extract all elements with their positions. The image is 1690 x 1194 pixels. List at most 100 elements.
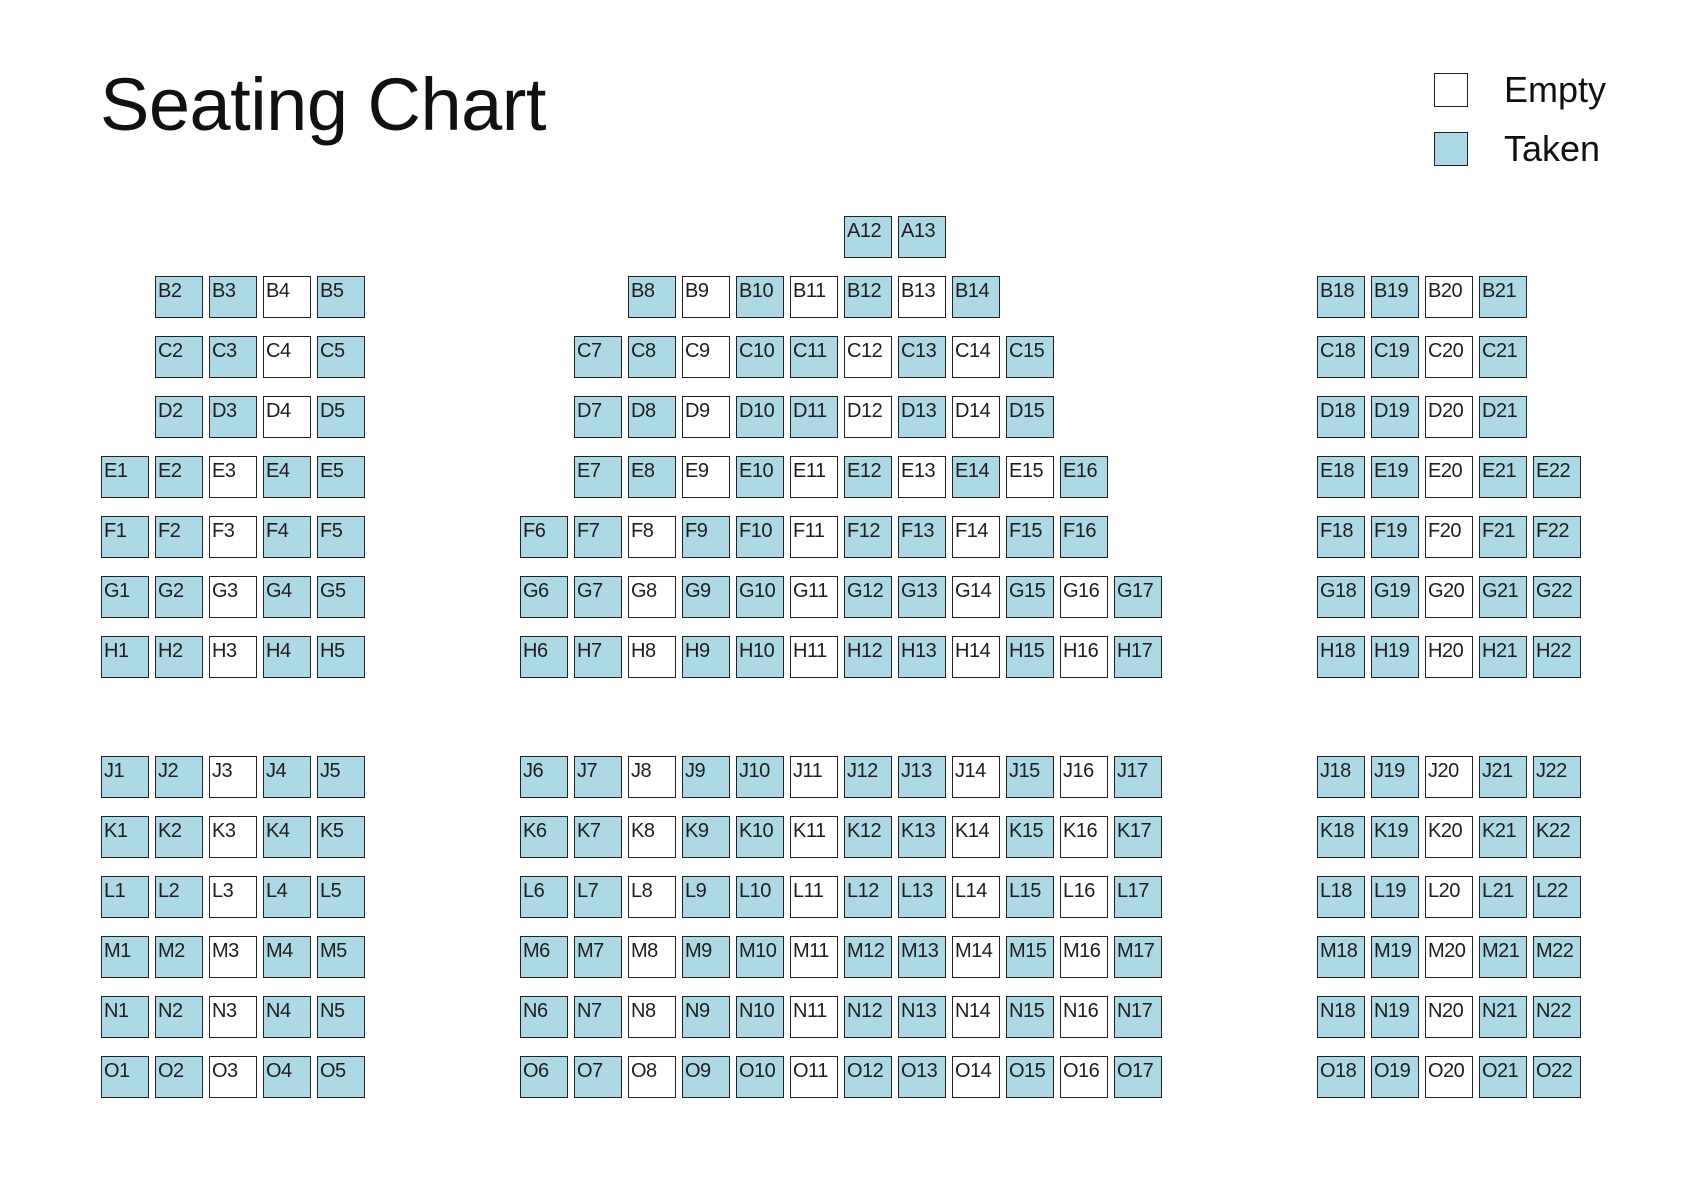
seat-o11[interactable]: O11 xyxy=(790,1056,838,1098)
seat-h13[interactable]: H13 xyxy=(898,636,946,678)
seat-g10[interactable]: G10 xyxy=(736,576,784,618)
seat-g19[interactable]: G19 xyxy=(1371,576,1419,618)
seat-k22[interactable]: K22 xyxy=(1533,816,1581,858)
seat-m18[interactable]: M18 xyxy=(1317,936,1365,978)
seat-e1[interactable]: E1 xyxy=(101,456,149,498)
seat-l5[interactable]: L5 xyxy=(317,876,365,918)
seat-b8[interactable]: B8 xyxy=(628,276,676,318)
seat-o17[interactable]: O17 xyxy=(1114,1056,1162,1098)
seat-f2[interactable]: F2 xyxy=(155,516,203,558)
seat-f22[interactable]: F22 xyxy=(1533,516,1581,558)
seat-h8[interactable]: H8 xyxy=(628,636,676,678)
seat-e8[interactable]: E8 xyxy=(628,456,676,498)
seat-h4[interactable]: H4 xyxy=(263,636,311,678)
seat-h12[interactable]: H12 xyxy=(844,636,892,678)
seat-e16[interactable]: E16 xyxy=(1060,456,1108,498)
seat-n19[interactable]: N19 xyxy=(1371,996,1419,1038)
seat-k4[interactable]: K4 xyxy=(263,816,311,858)
seat-n16[interactable]: N16 xyxy=(1060,996,1108,1038)
seat-o6[interactable]: O6 xyxy=(520,1056,568,1098)
seat-j4[interactable]: J4 xyxy=(263,756,311,798)
seat-d20[interactable]: D20 xyxy=(1425,396,1473,438)
seat-m17[interactable]: M17 xyxy=(1114,936,1162,978)
seat-m21[interactable]: M21 xyxy=(1479,936,1527,978)
seat-o14[interactable]: O14 xyxy=(952,1056,1000,1098)
seat-n22[interactable]: N22 xyxy=(1533,996,1581,1038)
seat-o15[interactable]: O15 xyxy=(1006,1056,1054,1098)
seat-n14[interactable]: N14 xyxy=(952,996,1000,1038)
seat-g17[interactable]: G17 xyxy=(1114,576,1162,618)
seat-m16[interactable]: M16 xyxy=(1060,936,1108,978)
seat-j15[interactable]: J15 xyxy=(1006,756,1054,798)
seat-e9[interactable]: E9 xyxy=(682,456,730,498)
seat-c14[interactable]: C14 xyxy=(952,336,1000,378)
seat-e14[interactable]: E14 xyxy=(952,456,1000,498)
seat-m2[interactable]: M2 xyxy=(155,936,203,978)
seat-m20[interactable]: M20 xyxy=(1425,936,1473,978)
seat-g14[interactable]: G14 xyxy=(952,576,1000,618)
seat-g21[interactable]: G21 xyxy=(1479,576,1527,618)
seat-h14[interactable]: H14 xyxy=(952,636,1000,678)
seat-j12[interactable]: J12 xyxy=(844,756,892,798)
seat-e7[interactable]: E7 xyxy=(574,456,622,498)
seat-f18[interactable]: F18 xyxy=(1317,516,1365,558)
seat-k21[interactable]: K21 xyxy=(1479,816,1527,858)
seat-k1[interactable]: K1 xyxy=(101,816,149,858)
seat-k18[interactable]: K18 xyxy=(1317,816,1365,858)
seat-h1[interactable]: H1 xyxy=(101,636,149,678)
seat-l16[interactable]: L16 xyxy=(1060,876,1108,918)
seat-h22[interactable]: H22 xyxy=(1533,636,1581,678)
seat-f12[interactable]: F12 xyxy=(844,516,892,558)
seat-f9[interactable]: F9 xyxy=(682,516,730,558)
seat-k19[interactable]: K19 xyxy=(1371,816,1419,858)
seat-d8[interactable]: D8 xyxy=(628,396,676,438)
seat-o9[interactable]: O9 xyxy=(682,1056,730,1098)
seat-g13[interactable]: G13 xyxy=(898,576,946,618)
seat-b2[interactable]: B2 xyxy=(155,276,203,318)
seat-c19[interactable]: C19 xyxy=(1371,336,1419,378)
seat-o7[interactable]: O7 xyxy=(574,1056,622,1098)
seat-k17[interactable]: K17 xyxy=(1114,816,1162,858)
seat-n15[interactable]: N15 xyxy=(1006,996,1054,1038)
seat-g8[interactable]: G8 xyxy=(628,576,676,618)
seat-d5[interactable]: D5 xyxy=(317,396,365,438)
seat-o2[interactable]: O2 xyxy=(155,1056,203,1098)
seat-j7[interactable]: J7 xyxy=(574,756,622,798)
seat-l21[interactable]: L21 xyxy=(1479,876,1527,918)
seat-h17[interactable]: H17 xyxy=(1114,636,1162,678)
seat-n4[interactable]: N4 xyxy=(263,996,311,1038)
seat-n5[interactable]: N5 xyxy=(317,996,365,1038)
seat-h21[interactable]: H21 xyxy=(1479,636,1527,678)
seat-m5[interactable]: M5 xyxy=(317,936,365,978)
seat-d9[interactable]: D9 xyxy=(682,396,730,438)
seat-c5[interactable]: C5 xyxy=(317,336,365,378)
seat-d19[interactable]: D19 xyxy=(1371,396,1419,438)
seat-g12[interactable]: G12 xyxy=(844,576,892,618)
seat-c20[interactable]: C20 xyxy=(1425,336,1473,378)
seat-g3[interactable]: G3 xyxy=(209,576,257,618)
seat-e12[interactable]: E12 xyxy=(844,456,892,498)
seat-d2[interactable]: D2 xyxy=(155,396,203,438)
seat-j10[interactable]: J10 xyxy=(736,756,784,798)
seat-n21[interactable]: N21 xyxy=(1479,996,1527,1038)
seat-b5[interactable]: B5 xyxy=(317,276,365,318)
seat-e10[interactable]: E10 xyxy=(736,456,784,498)
seat-h3[interactable]: H3 xyxy=(209,636,257,678)
seat-b20[interactable]: B20 xyxy=(1425,276,1473,318)
seat-d11[interactable]: D11 xyxy=(790,396,838,438)
seat-k15[interactable]: K15 xyxy=(1006,816,1054,858)
seat-j1[interactable]: J1 xyxy=(101,756,149,798)
seat-b9[interactable]: B9 xyxy=(682,276,730,318)
seat-a13[interactable]: A13 xyxy=(898,216,946,258)
seat-j8[interactable]: J8 xyxy=(628,756,676,798)
seat-b18[interactable]: B18 xyxy=(1317,276,1365,318)
seat-b14[interactable]: B14 xyxy=(952,276,1000,318)
seat-n6[interactable]: N6 xyxy=(520,996,568,1038)
seat-e15[interactable]: E15 xyxy=(1006,456,1054,498)
seat-l20[interactable]: L20 xyxy=(1425,876,1473,918)
seat-h18[interactable]: H18 xyxy=(1317,636,1365,678)
seat-h19[interactable]: H19 xyxy=(1371,636,1419,678)
seat-g11[interactable]: G11 xyxy=(790,576,838,618)
seat-k7[interactable]: K7 xyxy=(574,816,622,858)
seat-m8[interactable]: M8 xyxy=(628,936,676,978)
